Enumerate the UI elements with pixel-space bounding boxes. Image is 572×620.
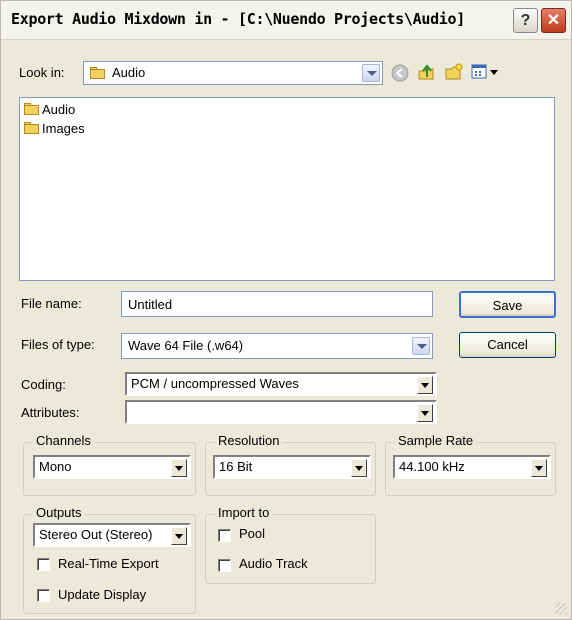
channels-title: Channels xyxy=(33,433,94,448)
chevron-down-icon[interactable] xyxy=(417,376,433,394)
filetype-value: Wave 64 File (.w64) xyxy=(128,338,244,353)
update-display-checkbox[interactable] xyxy=(37,589,50,602)
channels-value: Mono xyxy=(39,459,72,474)
view-dropdown-arrow-icon[interactable] xyxy=(490,70,498,76)
coding-dropdown[interactable]: PCM / uncompressed Waves xyxy=(125,372,437,396)
channels-dropdown[interactable]: Mono xyxy=(33,455,191,479)
list-item[interactable]: Images xyxy=(24,121,85,139)
chevron-down-icon[interactable] xyxy=(171,527,187,545)
chevron-down-icon[interactable] xyxy=(362,64,380,82)
resolution-dropdown[interactable]: 16 Bit xyxy=(213,455,371,479)
chevron-down-icon[interactable] xyxy=(171,459,187,477)
chevron-down-icon[interactable] xyxy=(351,459,367,477)
samplerate-dropdown[interactable]: 44.100 kHz xyxy=(393,455,551,479)
resolution-title: Resolution xyxy=(215,433,283,448)
export-dialog: Export Audio Mixdown in - [C:\Nuendo Pro… xyxy=(0,0,572,620)
lookin-label: Look in: xyxy=(19,65,65,80)
close-button[interactable]: ✕ xyxy=(541,8,566,33)
outputs-title: Outputs xyxy=(33,505,85,520)
new-folder-icon[interactable] xyxy=(445,63,463,81)
resize-grip[interactable] xyxy=(555,603,567,615)
samplerate-value: 44.100 kHz xyxy=(399,459,465,474)
list-item[interactable]: Audio xyxy=(24,102,75,120)
chevron-down-icon[interactable] xyxy=(417,404,433,422)
back-icon[interactable] xyxy=(391,64,409,82)
coding-value: PCM / uncompressed Waves xyxy=(131,376,299,391)
filetype-label: Files of type: xyxy=(21,337,95,352)
filename-input[interactable] xyxy=(122,292,432,316)
folder-icon xyxy=(24,122,40,134)
audio-track-checkbox[interactable] xyxy=(218,559,231,572)
outputs-dropdown[interactable]: Stereo Out (Stereo) xyxy=(33,523,191,547)
cancel-button[interactable]: Cancel xyxy=(459,332,556,358)
update-display-label: Update Display xyxy=(58,587,147,602)
samplerate-title: Sample Rate xyxy=(395,433,477,448)
title-bar[interactable]: Export Audio Mixdown in - [C:\Nuendo Pro… xyxy=(1,1,571,40)
audio-track-label: Audio Track xyxy=(239,556,308,571)
outputs-value: Stereo Out (Stereo) xyxy=(39,527,153,542)
pool-label: Pool xyxy=(239,526,266,541)
file-list[interactable]: Audio Images xyxy=(19,97,555,281)
attributes-dropdown[interactable] xyxy=(125,400,437,424)
filename-label: File name: xyxy=(21,296,82,311)
importto-group xyxy=(205,514,376,584)
up-folder-icon[interactable] xyxy=(417,63,435,81)
window-title: Export Audio Mixdown in - [C:\Nuendo Pro… xyxy=(11,10,466,28)
chevron-down-icon[interactable] xyxy=(412,337,430,355)
save-button[interactable]: Save xyxy=(459,291,556,318)
realtime-export-label: Real-Time Export xyxy=(58,556,159,571)
lookin-value: Audio xyxy=(112,65,146,80)
folder-icon xyxy=(24,103,40,115)
pool-checkbox[interactable] xyxy=(218,529,231,542)
filename-field[interactable] xyxy=(121,291,433,317)
list-item-label: Images xyxy=(42,121,85,136)
attributes-label: Attributes: xyxy=(21,405,80,420)
lookin-dropdown[interactable]: Audio xyxy=(83,61,383,85)
view-menu-icon[interactable] xyxy=(471,63,489,81)
realtime-export-checkbox[interactable] xyxy=(37,558,50,571)
chevron-down-icon[interactable] xyxy=(531,459,547,477)
resolution-value: 16 Bit xyxy=(219,459,253,474)
folder-icon xyxy=(90,66,108,81)
filetype-dropdown[interactable]: Wave 64 File (.w64) xyxy=(121,333,433,359)
importto-title: Import to xyxy=(215,505,273,520)
help-button[interactable]: ? xyxy=(513,8,538,33)
list-item-label: Audio xyxy=(42,102,76,117)
coding-label: Coding: xyxy=(21,377,66,392)
